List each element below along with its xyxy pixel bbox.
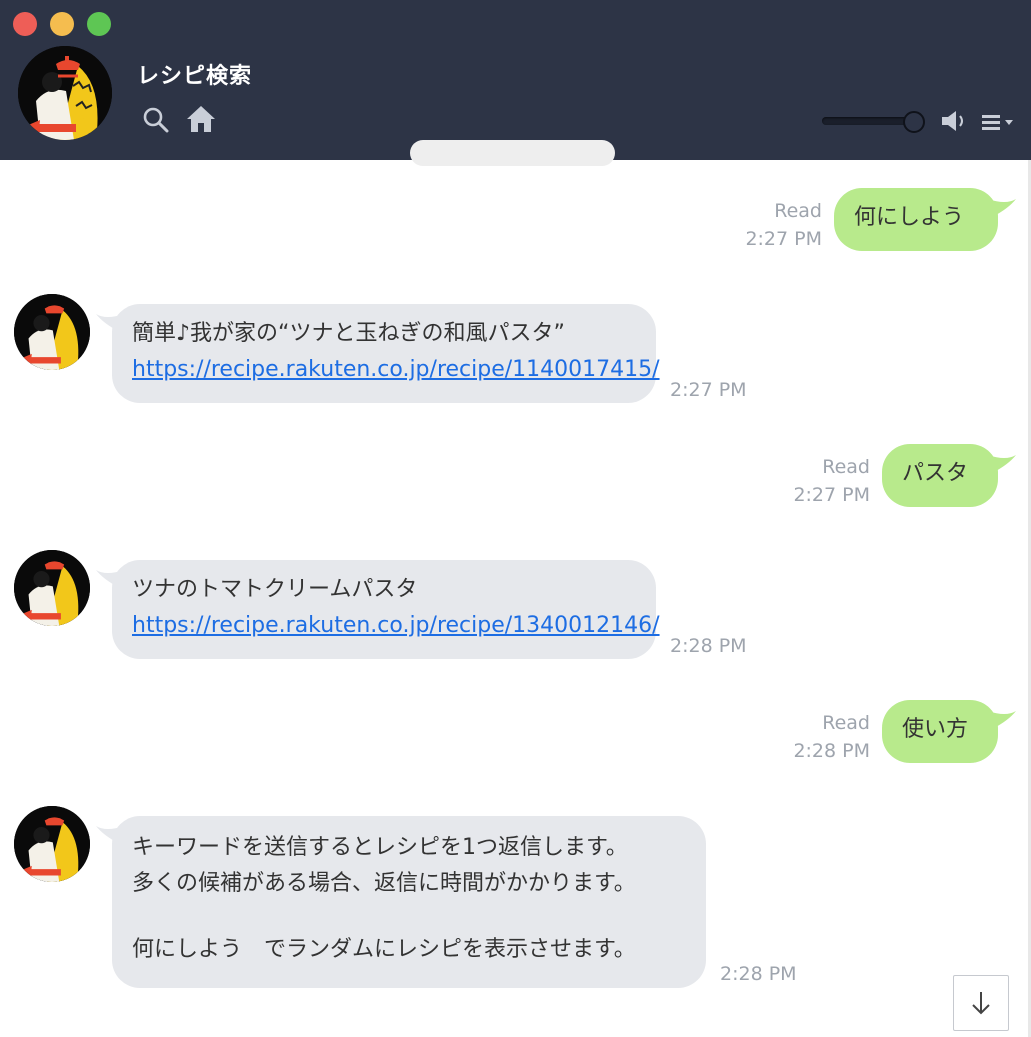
message-text: キーワードを送信するとレシピを1つ返信します。 [132,835,628,860]
message-time: 2:28 PM [793,740,870,762]
bot-avatar[interactable] [14,806,90,882]
message-text-blank [132,902,686,932]
message-meta: Read 2:27 PM [748,453,870,509]
recipe-link[interactable]: https://recipe.rakuten.co.jp/recipe/1340… [132,608,660,644]
message-meta: Read 2:27 PM [700,197,822,253]
read-status: Read [822,456,870,478]
read-status: Read [774,200,822,222]
maximize-window-button[interactable] [87,12,111,36]
menu-icon[interactable] [980,110,1020,134]
message-meta: Read 2:28 PM [748,709,870,765]
outgoing-message[interactable]: 使い方 [882,700,998,763]
incoming-message[interactable]: 簡単♪我が家の“ツナと玉ねぎの和風パスタ” https://recipe.rak… [112,304,660,403]
bubble-tail [988,711,1016,729]
read-status: Read [822,712,870,734]
message-time: 2:27 PM [793,484,870,506]
minimize-window-button[interactable] [50,12,74,36]
close-window-button[interactable] [13,12,37,36]
chat-window: レシピ検索 Read 2:27 PM 何にしよう 簡単♪我が家の“ツナと玉ねぎの… [0,0,1031,1037]
bubble-tail [988,455,1016,473]
bubble-tail [988,199,1016,217]
message-text: 簡単♪我が家の“ツナと玉ねぎの和風パスタ” [132,321,565,346]
message-text: ツナのトマトクリームパスタ [132,577,418,602]
bot-avatar[interactable] [14,550,90,626]
bot-avatar[interactable] [18,46,112,140]
message-time: 2:28 PM [720,963,797,985]
outgoing-message[interactable]: パスタ [882,444,998,507]
message-text: パスタ [902,461,969,486]
recipe-link[interactable]: https://recipe.rakuten.co.jp/recipe/1140… [132,352,660,388]
incoming-message[interactable]: ツナのトマトクリームパスタ https://recipe.rakuten.co.… [112,560,660,659]
message-text: 使い方 [902,717,969,742]
message-time: 2:27 PM [670,379,747,401]
previous-message-fragment [410,140,615,166]
incoming-message[interactable]: キーワードを送信するとレシピを1つ返信します。 多くの候補がある場合、返信に時間… [112,816,706,988]
home-icon[interactable] [185,104,217,134]
message-text: 何にしよう [854,205,965,230]
message-text: 何にしよう でランダムにレシピを表示させます。 [132,937,636,962]
outgoing-message[interactable]: 何にしよう [834,188,998,251]
bot-avatar[interactable] [14,294,90,370]
message-text: 多くの候補がある場合、返信に時間がかかります。 [132,871,636,896]
chat-title: レシピ検索 [137,64,253,89]
chat-header: レシピ検索 [0,0,1031,160]
search-icon[interactable] [142,106,170,134]
message-time: 2:28 PM [670,635,747,657]
arrow-down-icon [972,992,990,1015]
scroll-to-bottom-button[interactable] [953,975,1009,1031]
volume-slider-thumb[interactable] [903,111,925,133]
message-time: 2:27 PM [745,228,822,250]
volume-icon[interactable] [940,108,968,134]
